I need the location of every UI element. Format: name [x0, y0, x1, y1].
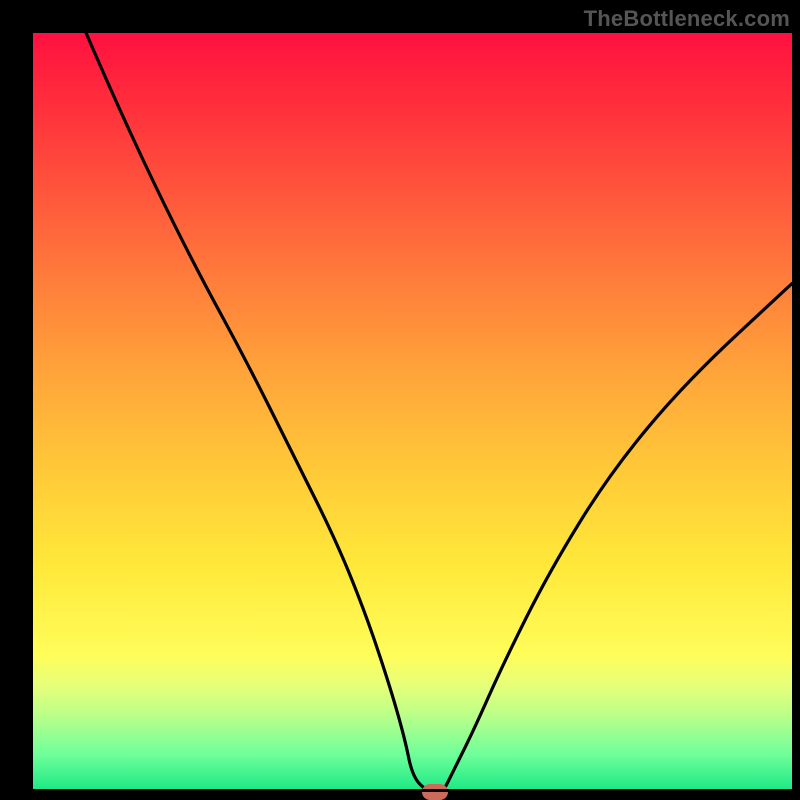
plot-area	[33, 33, 792, 792]
x-axis-baseline	[33, 789, 792, 792]
chart-frame: TheBottleneck.com	[0, 0, 800, 800]
bottleneck-marker	[422, 784, 448, 800]
bottleneck-curve	[33, 33, 792, 792]
watermark-text: TheBottleneck.com	[584, 6, 790, 32]
